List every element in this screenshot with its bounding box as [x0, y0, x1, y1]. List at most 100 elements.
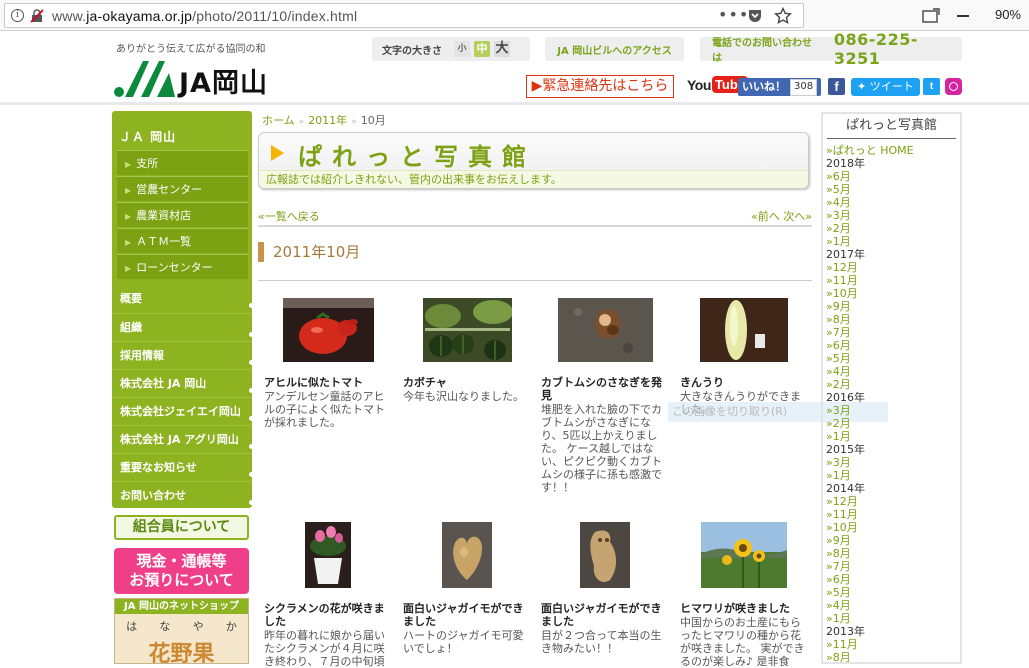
photo-card[interactable]: 面白いジャガイモができました ハートのジャガイモ可愛いでしょ！	[403, 522, 531, 655]
archive-month-link[interactable]: »3月	[826, 456, 960, 469]
archive-month-link[interactable]: »7月	[826, 326, 960, 339]
archive-month-link[interactable]: »6月	[826, 339, 960, 352]
subnav-item-farming-center[interactable]: ▶ 営農センター	[117, 176, 248, 201]
twitter-icon[interactable]: t	[923, 78, 940, 95]
library-icon[interactable]	[922, 8, 940, 24]
address-bar[interactable]: i www.ja-okayama.or.jp/photo/2011/10/ind…	[4, 3, 804, 28]
archive-month-link[interactable]: »1月	[826, 612, 960, 625]
photo-tomato[interactable]	[282, 298, 374, 362]
photo-card[interactable]: シクラメンの花が咲きました 昨年の暮れに娘から届いたシクラメンが４月に咲き終わり…	[264, 522, 392, 668]
facebook-like-button[interactable]: いいね！ 308	[738, 78, 822, 96]
archive-month-link[interactable]: »6月	[826, 170, 960, 183]
instagram-icon[interactable]	[945, 78, 962, 95]
archive-month-link[interactable]: »12月	[826, 261, 960, 274]
nav-item-ja-agri-okayama[interactable]: 株式会社 JA アグリ岡山	[112, 425, 254, 453]
archive-month-link[interactable]: »8月	[826, 651, 960, 662]
left-navigation: ＪＡ 岡山 ▶ 支所 ▶ 営農センター ▶ 農業資材店 ▶ ＡＴＭ一覧 ▶ ローンセンター…	[112, 111, 254, 509]
archive-month-link[interactable]: »4月	[826, 196, 960, 209]
nav-item-important-notices[interactable]: 重要なお知らせ	[112, 453, 254, 481]
archive-month-link[interactable]: »11月	[826, 638, 960, 651]
photo-card[interactable]: カボチャ 今年も沢山なりました。	[403, 298, 531, 403]
back-to-list-link[interactable]: «一覧へ戻る	[258, 208, 320, 224]
font-large-button[interactable]: 大	[494, 41, 510, 57]
subnav-item-branch[interactable]: ▶ 支所	[117, 150, 248, 175]
nav-item-ja-okayama-co[interactable]: 株式会社 JA 岡山	[112, 369, 254, 397]
net-shop-banner[interactable]: JA 岡山のネットショップ はなやか 花野果	[114, 598, 249, 664]
archive-month-link[interactable]: »3月	[826, 404, 960, 417]
shop-title: JA 岡山のネットショップ	[115, 599, 248, 614]
archive-month-link[interactable]: »8月	[826, 313, 960, 326]
archive-month-link[interactable]: »8月	[826, 547, 960, 560]
nav-item-contact[interactable]: お問い合わせ	[112, 481, 254, 509]
archive-month-link[interactable]: »9月	[826, 300, 960, 313]
header-divider	[0, 102, 1029, 105]
zoom-level[interactable]: 90%	[995, 7, 1021, 22]
archive-month-link[interactable]: »6月	[826, 573, 960, 586]
facebook-icon[interactable]: f	[828, 78, 845, 95]
archive-month-link[interactable]: »5月	[826, 586, 960, 599]
nav-item-overview[interactable]: 概要	[112, 285, 254, 313]
photo-pumpkin[interactable]	[422, 298, 512, 362]
phone-number[interactable]: 086-225-3251	[834, 30, 962, 68]
archive-month-link[interactable]: »5月	[826, 352, 960, 365]
page-actions-icon[interactable]: •••	[718, 5, 749, 24]
photo-kinuri-melon[interactable]	[700, 298, 788, 362]
tweet-button[interactable]: ✦ ツイート	[851, 78, 920, 96]
photo-card[interactable]: アヒルに似たトマト アンデルセン童話のアヒルの子によく似たトマトが採れました。	[264, 298, 392, 429]
zoom-out-icon[interactable]	[957, 15, 969, 17]
breadcrumb-separator: »	[298, 117, 305, 127]
insecure-lock-icon[interactable]	[30, 8, 44, 23]
font-medium-button[interactable]: 中	[474, 41, 490, 57]
subnav-item-loan-center[interactable]: ▶ ローンセンター	[117, 254, 248, 279]
archive-year: 2014年	[826, 482, 865, 495]
archive-month-link[interactable]: »5月	[826, 183, 960, 196]
archive-month-link[interactable]: »11月	[826, 508, 960, 521]
archive-month-link[interactable]: »2月	[826, 417, 960, 430]
archive-month-link[interactable]: »2月	[826, 222, 960, 235]
archive-month-link[interactable]: »12月	[826, 495, 960, 508]
subnav-item-atm-list[interactable]: ▶ ＡＴＭ一覧	[117, 228, 248, 253]
breadcrumb-home[interactable]: ホーム	[262, 114, 295, 127]
photo-cyclamen[interactable]	[305, 522, 351, 588]
archive-month-link[interactable]: »3月	[826, 209, 960, 222]
archive-month-link[interactable]: »10月	[826, 287, 960, 300]
nav-head[interactable]: ＪＡ 岡山	[112, 111, 252, 145]
nav-item-jei-ei-okayama[interactable]: 株式会社ジェイエイ岡山	[112, 397, 254, 425]
archive-month-link[interactable]: »1月	[826, 235, 960, 248]
sidebar-home-link[interactable]: »ぱれっと HOME	[826, 144, 960, 157]
archive-month-link[interactable]: »10月	[826, 521, 960, 534]
members-banner[interactable]: 組合員について	[114, 515, 249, 540]
url-text[interactable]: www.ja-okayama.or.jp/photo/2011/10/index…	[52, 8, 357, 24]
archive-month-link[interactable]: »2月	[826, 378, 960, 391]
archive-month-link[interactable]: »1月	[826, 469, 960, 482]
nav-item-organization[interactable]: 組織	[112, 313, 254, 341]
site-logo[interactable]: JA岡山	[113, 59, 268, 99]
photo-card[interactable]: きんうり 大きなきんうりができました。	[680, 298, 808, 416]
access-link[interactable]: JA 岡山ビルへのアクセス	[545, 37, 684, 61]
photo-card[interactable]: 面白いジャガイモができました 目が２つ合って本当の生き物みたい！！	[541, 522, 669, 655]
archive-month-link[interactable]: »1月	[826, 430, 960, 443]
emergency-contact-link[interactable]: ▶緊急連絡先はこちら	[526, 75, 674, 98]
breadcrumb-year[interactable]: 2011年	[308, 114, 347, 127]
photo-sunflower[interactable]	[701, 522, 787, 588]
photo-heart-potato[interactable]	[442, 522, 492, 588]
info-icon[interactable]: i	[11, 9, 24, 22]
archive-month-link[interactable]: »4月	[826, 599, 960, 612]
photo-card[interactable]: カブトムシのさなぎを発見 堆肥を入れた臉の下でカブトムシがさなぎになり、5匹以上…	[541, 298, 669, 494]
photo-card[interactable]: ヒマワリが咲きました 中国からのお土産にもらったヒマワリの種から花が咲きました。…	[680, 522, 808, 668]
triangle-icon: ▶	[125, 186, 132, 195]
font-small-button[interactable]: 小	[454, 41, 470, 57]
photo-description: 今年も沢山なりました。	[403, 390, 524, 403]
prev-next-links[interactable]: «前へ 次へ»	[751, 208, 812, 224]
archive-month-link[interactable]: »9月	[826, 534, 960, 547]
archive-month-link[interactable]: »4月	[826, 365, 960, 378]
subnav-item-supply-store[interactable]: ▶ 農業資材店	[117, 202, 248, 227]
photo-beetle-pupa[interactable]	[557, 298, 653, 362]
archive-month-link[interactable]: »7月	[826, 560, 960, 573]
pocket-icon[interactable]	[747, 8, 763, 24]
deposit-banner[interactable]: 現金・通帳等 お預りについて	[114, 548, 249, 594]
nav-item-recruitment[interactable]: 採用情報	[112, 341, 254, 369]
photo-face-potato[interactable]	[580, 522, 630, 588]
bookmark-star-icon[interactable]	[774, 7, 792, 25]
archive-month-link[interactable]: »11月	[826, 274, 960, 287]
